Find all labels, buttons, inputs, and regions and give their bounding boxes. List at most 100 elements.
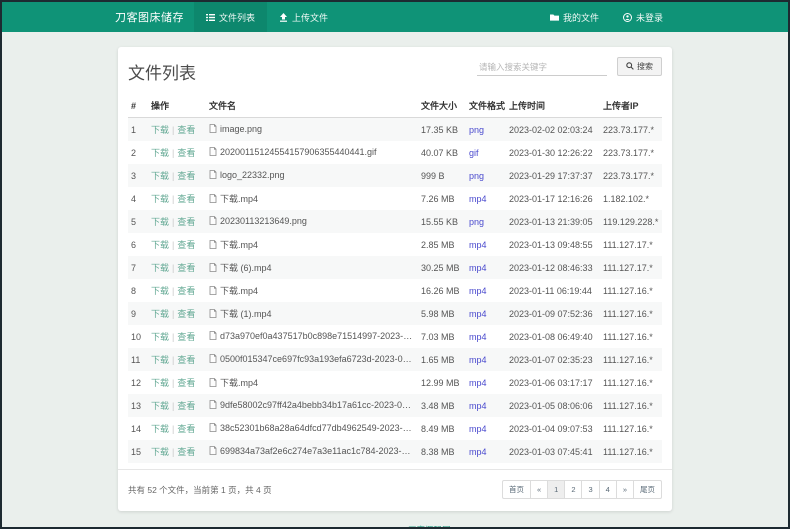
format-link[interactable]: mp4 bbox=[469, 194, 487, 204]
view-link[interactable]: 查看 bbox=[177, 148, 195, 158]
download-link[interactable]: 下载 bbox=[151, 240, 169, 250]
download-link[interactable]: 下载 bbox=[151, 217, 169, 227]
nav-item-upload[interactable]: 上传文件 bbox=[267, 2, 340, 32]
page-button[interactable]: 首页 bbox=[502, 480, 531, 499]
search-box: 搜索 bbox=[477, 57, 662, 76]
download-link[interactable]: 下载 bbox=[151, 309, 169, 319]
filename-text: 0500f015347ce697fc93a193efa6723d-2023-01… bbox=[220, 354, 418, 364]
download-link[interactable]: 下载 bbox=[151, 401, 169, 411]
action-separator: | bbox=[172, 424, 174, 434]
nav-item-login-status[interactable]: 未登录 bbox=[611, 2, 675, 32]
view-link[interactable]: 查看 bbox=[177, 194, 195, 204]
download-link[interactable]: 下载 bbox=[151, 378, 169, 388]
row-format: mp4 bbox=[466, 279, 506, 302]
row-format: mp4 bbox=[466, 256, 506, 279]
format-link[interactable]: png bbox=[469, 125, 484, 135]
row-index: 10 bbox=[128, 325, 148, 348]
row-time: 2023-01-07 02:35:23 bbox=[506, 348, 600, 371]
search-input[interactable] bbox=[477, 59, 607, 76]
view-link[interactable]: 查看 bbox=[177, 240, 195, 250]
download-link[interactable]: 下载 bbox=[151, 171, 169, 181]
page-button[interactable]: 1 bbox=[547, 480, 565, 499]
download-link[interactable]: 下载 bbox=[151, 332, 169, 342]
view-link[interactable]: 查看 bbox=[177, 447, 195, 457]
row-size: 999 B bbox=[418, 164, 466, 187]
download-link[interactable]: 下载 bbox=[151, 447, 169, 457]
format-link[interactable]: mp4 bbox=[469, 332, 487, 342]
view-link[interactable]: 查看 bbox=[177, 263, 195, 273]
view-link[interactable]: 查看 bbox=[177, 378, 195, 388]
format-link[interactable]: mp4 bbox=[469, 263, 487, 273]
view-link[interactable]: 查看 bbox=[177, 309, 195, 319]
filename-text: 20200115124554157906355440441.gif bbox=[220, 147, 377, 157]
row-time: 2023-01-11 06:19:44 bbox=[506, 279, 600, 302]
file-icon bbox=[209, 170, 217, 181]
format-link[interactable]: mp4 bbox=[469, 378, 487, 388]
search-button-label: 搜索 bbox=[637, 61, 653, 72]
page-button[interactable]: 4 bbox=[599, 480, 617, 499]
footer-site-link[interactable]: 刀客源码网 bbox=[408, 525, 451, 529]
row-format: mp4 bbox=[466, 233, 506, 256]
format-link[interactable]: gif bbox=[469, 148, 479, 158]
table-row: 8 下载|查看 下载.mp4 16.26 MB mp4 2023-01-11 0… bbox=[128, 279, 662, 302]
row-ip: 223.73.177.* bbox=[600, 164, 662, 187]
card-footer: 共有 52 个文件，当前第 1 页，共 4 页 首页«1234»尾页 bbox=[118, 469, 672, 511]
row-filename: 0500f015347ce697fc93a193efa6723d-2023-01… bbox=[206, 348, 418, 371]
row-format: mp4 bbox=[466, 371, 506, 394]
row-ip: 223.73.177.* bbox=[600, 118, 662, 142]
file-icon bbox=[209, 194, 217, 205]
nav-item-file-list[interactable]: 文件列表 bbox=[194, 2, 267, 32]
view-link[interactable]: 查看 bbox=[177, 401, 195, 411]
format-link[interactable]: mp4 bbox=[469, 447, 487, 457]
row-ip: 1.182.102.* bbox=[600, 187, 662, 210]
table-header-row: # 操作 文件名 文件大小 文件格式 上传时间 上传者IP bbox=[128, 94, 662, 118]
format-link[interactable]: mp4 bbox=[469, 309, 487, 319]
format-link[interactable]: mp4 bbox=[469, 355, 487, 365]
search-button[interactable]: 搜索 bbox=[617, 57, 662, 76]
page-button[interactable]: » bbox=[616, 480, 634, 499]
brand[interactable]: 刀客图床储存 bbox=[115, 2, 184, 32]
row-format: png bbox=[466, 164, 506, 187]
row-format: mp4 bbox=[466, 394, 506, 417]
format-link[interactable]: mp4 bbox=[469, 286, 487, 296]
files-summary: 共有 52 个文件，当前第 1 页，共 4 页 bbox=[128, 484, 272, 496]
nav-item-label: 未登录 bbox=[636, 11, 663, 24]
row-time: 2023-01-17 12:16:26 bbox=[506, 187, 600, 210]
row-time: 2023-01-09 07:52:36 bbox=[506, 302, 600, 325]
download-link[interactable]: 下载 bbox=[151, 125, 169, 135]
format-link[interactable]: png bbox=[469, 171, 484, 181]
download-link[interactable]: 下载 bbox=[151, 263, 169, 273]
view-link[interactable]: 查看 bbox=[177, 355, 195, 365]
file-icon bbox=[209, 309, 217, 320]
row-time: 2023-01-13 21:39:05 bbox=[506, 210, 600, 233]
download-link[interactable]: 下载 bbox=[151, 286, 169, 296]
row-ip: 223.73.177.* bbox=[600, 141, 662, 164]
download-link[interactable]: 下载 bbox=[151, 424, 169, 434]
format-link[interactable]: mp4 bbox=[469, 424, 487, 434]
row-ip: 111.127.16.* bbox=[600, 325, 662, 348]
download-link[interactable]: 下载 bbox=[151, 148, 169, 158]
format-link[interactable]: png bbox=[469, 217, 484, 227]
view-link[interactable]: 查看 bbox=[177, 332, 195, 342]
view-link[interactable]: 查看 bbox=[177, 171, 195, 181]
view-link[interactable]: 查看 bbox=[177, 424, 195, 434]
page-button[interactable]: « bbox=[530, 480, 548, 499]
table-row: 12 下载|查看 下载.mp4 12.99 MB mp4 2023-01-06 … bbox=[128, 371, 662, 394]
page-button[interactable]: 2 bbox=[564, 480, 582, 499]
view-link[interactable]: 查看 bbox=[177, 217, 195, 227]
row-size: 8.49 MB bbox=[418, 417, 466, 440]
row-index: 12 bbox=[128, 371, 148, 394]
format-link[interactable]: mp4 bbox=[469, 240, 487, 250]
download-link[interactable]: 下载 bbox=[151, 355, 169, 365]
filename-text: logo_22332.png bbox=[220, 170, 285, 180]
nav-item-my-files[interactable]: 我的文件 bbox=[538, 2, 611, 32]
view-link[interactable]: 查看 bbox=[177, 286, 195, 296]
view-link[interactable]: 查看 bbox=[177, 125, 195, 135]
download-link[interactable]: 下载 bbox=[151, 194, 169, 204]
table-row: 15 下载|查看 699834a73af2e6c274e7a3e11ac1c78… bbox=[128, 440, 662, 463]
page-button[interactable]: 尾页 bbox=[633, 480, 662, 499]
row-actions: 下载|查看 bbox=[148, 210, 206, 233]
format-link[interactable]: mp4 bbox=[469, 401, 487, 411]
page-button[interactable]: 3 bbox=[581, 480, 599, 499]
row-filename: 699834a73af2e6c274e7a3e11ac1c784-2023-01… bbox=[206, 440, 418, 463]
